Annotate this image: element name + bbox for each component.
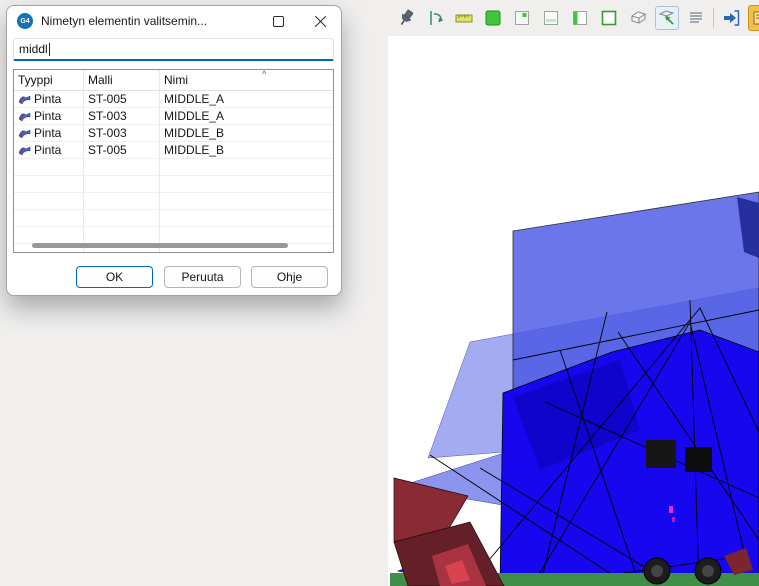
table-header-row: Tyyppi Malli Nimi ^	[14, 70, 333, 91]
rotate-view-icon[interactable]	[423, 6, 447, 30]
pin-icon[interactable]	[394, 6, 418, 30]
toolbar-separator	[713, 8, 714, 28]
cell-malli: ST-005	[84, 91, 160, 108]
cell-nimi: MIDDLE_B	[160, 125, 333, 142]
plane-icon-1[interactable]	[510, 6, 534, 30]
cell-nimi: MIDDLE_B	[160, 142, 333, 159]
cell-malli: ST-003	[84, 125, 160, 142]
cell-tyyppi: Pinta	[34, 92, 61, 106]
ruler-icon[interactable]	[452, 6, 476, 30]
plane-icon-4[interactable]	[597, 6, 621, 30]
surface-icon	[18, 94, 31, 105]
view-toolbar	[394, 5, 759, 31]
search-input-value: middl	[19, 42, 48, 56]
table-row[interactable]: Pinta ST-005 MIDDLE_B	[14, 142, 333, 159]
column-header-malli[interactable]: Malli	[84, 70, 160, 91]
text-cursor	[49, 43, 50, 56]
named-element-dialog: G4 Nimetyn elementin valitsemin... middl…	[6, 5, 342, 296]
slab-icon[interactable]	[626, 6, 650, 30]
cell-nimi: MIDDLE_A	[160, 91, 333, 108]
table-empty-row	[14, 210, 333, 227]
table-empty-row	[14, 176, 333, 193]
help-button[interactable]: Ohje	[251, 266, 328, 288]
cancel-button[interactable]: Peruuta	[164, 266, 241, 288]
app-icon: G4	[17, 13, 33, 29]
column-header-tyyppi[interactable]: Tyyppi	[14, 70, 84, 91]
cell-tyyppi: Pinta	[34, 126, 61, 140]
partial-tool-icon[interactable]	[748, 5, 759, 31]
dialog-title: Nimetyn elementin valitsemin...	[41, 14, 257, 28]
search-input[interactable]: middl	[13, 38, 334, 61]
maximize-button[interactable]	[257, 6, 299, 36]
cell-nimi: MIDDLE_A	[160, 108, 333, 125]
cell-malli: ST-003	[84, 108, 160, 125]
cell-tyyppi: Pinta	[34, 143, 61, 157]
surface-icon	[18, 111, 31, 122]
table-row[interactable]: Pinta ST-003 MIDDLE_B	[14, 125, 333, 142]
maximize-icon	[273, 16, 284, 27]
table-empty-row	[14, 227, 333, 244]
slab-arrow-icon[interactable]	[655, 6, 679, 30]
table-row[interactable]: Pinta ST-005 MIDDLE_A	[14, 91, 333, 108]
column-header-nimi[interactable]: Nimi	[160, 70, 333, 91]
plane-icon-2[interactable]	[539, 6, 563, 30]
surface-icon	[18, 128, 31, 139]
dialog-titlebar[interactable]: G4 Nimetyn elementin valitsemin...	[7, 6, 341, 36]
layers-icon[interactable]	[684, 6, 708, 30]
cell-malli: ST-005	[84, 142, 160, 159]
horizontal-scrollbar[interactable]	[32, 243, 288, 248]
table-empty-row	[14, 159, 333, 176]
surface-icon	[18, 145, 31, 156]
sort-indicator: ^	[262, 69, 266, 79]
plane-icon-3[interactable]	[568, 6, 592, 30]
table-empty-row	[14, 193, 333, 210]
table-row[interactable]: Pinta ST-003 MIDDLE_A	[14, 108, 333, 125]
close-button[interactable]	[299, 6, 341, 36]
cell-tyyppi: Pinta	[34, 109, 61, 123]
ok-button[interactable]: OK	[76, 266, 153, 288]
close-icon	[314, 15, 327, 28]
green-plane-icon[interactable]	[481, 6, 505, 30]
import-icon[interactable]	[719, 6, 743, 30]
results-table[interactable]: Tyyppi Malli Nimi ^ Pinta ST-005 MIDDLE_…	[13, 69, 334, 253]
